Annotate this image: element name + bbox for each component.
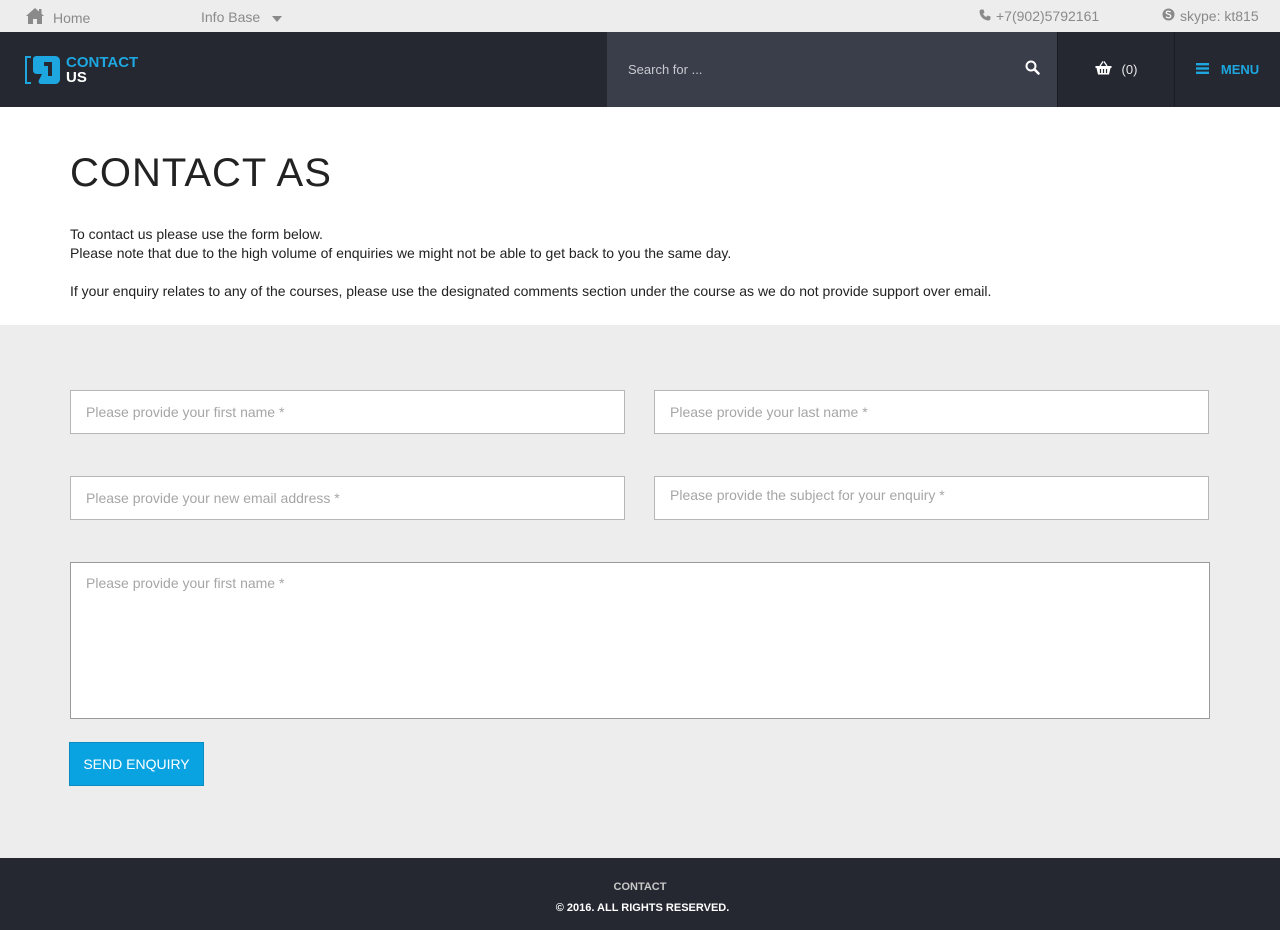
intro-line-3: If your enquiry relates to any of the co… xyxy=(70,283,992,299)
menu-icon xyxy=(1195,62,1209,77)
menu-button[interactable]: MENU xyxy=(1174,32,1280,107)
caret-down-icon xyxy=(272,9,283,25)
basket-icon xyxy=(1095,61,1112,78)
first-name-field[interactable] xyxy=(70,390,625,434)
cart-count: (0) xyxy=(1121,62,1138,77)
intro-line-2: Please note that due to the high volume … xyxy=(70,245,732,261)
menu-label: MENU xyxy=(1220,62,1260,77)
search-box xyxy=(607,32,1057,107)
footer-copyright: © 2016. ALL RIGHTS RESERVED. xyxy=(555,902,730,914)
home-link[interactable]: Home xyxy=(25,7,90,28)
skype-contact: skype: kt815 xyxy=(1162,8,1259,24)
logo-line-1: CONTACT xyxy=(66,54,139,71)
send-enquiry-button[interactable]: SEND ENQUIRY xyxy=(69,742,204,786)
search-button[interactable] xyxy=(1007,32,1057,107)
footer-contact-link[interactable]: CONTACT xyxy=(0,881,1280,893)
message-field[interactable] xyxy=(70,562,1210,719)
home-label: Home xyxy=(53,9,91,26)
home-icon xyxy=(25,7,45,28)
intro-section: CONTACT AS To contact us please use the … xyxy=(0,107,1280,325)
info-base-dropdown[interactable]: Info Base xyxy=(201,9,283,25)
page-title: CONTACT AS xyxy=(70,151,332,195)
skype-icon xyxy=(1162,8,1175,24)
phone-icon xyxy=(979,8,991,24)
site-logo[interactable]: CONTACT US xyxy=(24,54,138,86)
skype-handle: skype: kt815 xyxy=(1180,8,1259,24)
subject-field[interactable] xyxy=(654,476,1209,520)
intro-line-1: To contact us please use the form below. xyxy=(70,226,323,242)
logo-icon xyxy=(24,54,61,86)
email-field[interactable] xyxy=(70,476,625,520)
logo-line-2: US xyxy=(66,69,87,86)
search-icon xyxy=(1025,60,1040,80)
phone-number: +7(902)5792161 xyxy=(996,8,1100,24)
last-name-field[interactable] xyxy=(654,390,1209,434)
top-bar: Home Info Base +7(902)5792161 skype: kt8… xyxy=(0,0,1280,32)
main-header: CONTACT US (0) MENU xyxy=(0,32,1280,107)
cart-button[interactable]: (0) xyxy=(1057,32,1174,107)
footer: CONTACT © 2016. ALL RIGHTS RESERVED. xyxy=(0,858,1280,930)
info-base-label: Info Base xyxy=(201,9,261,25)
search-input[interactable] xyxy=(607,32,1007,107)
phone-contact: +7(902)5792161 xyxy=(979,8,1099,24)
logo-text: CONTACT US xyxy=(66,55,138,85)
